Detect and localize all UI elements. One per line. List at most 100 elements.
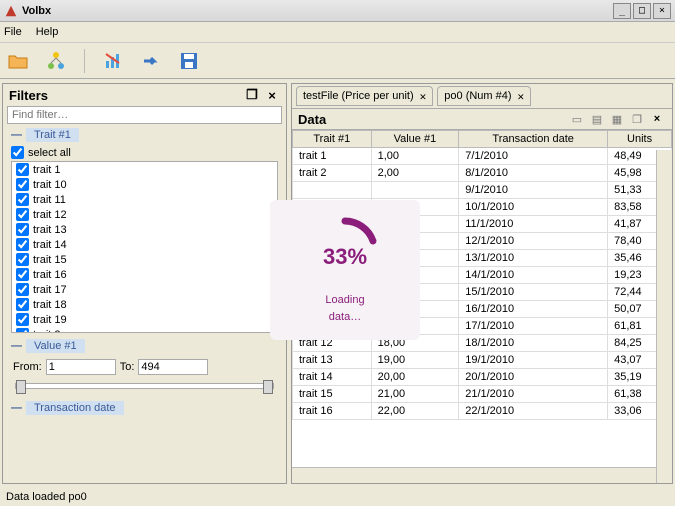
trait-checkbox[interactable] <box>16 313 29 326</box>
list-item[interactable]: trait 16 <box>12 267 277 282</box>
table-cell: 10/1/2010 <box>459 199 608 216</box>
list-item[interactable]: trait 10 <box>12 177 277 192</box>
to-input[interactable] <box>138 359 208 375</box>
trait-label: trait 1 <box>33 164 61 176</box>
table-cell: 1,00 <box>371 148 459 165</box>
table-cell: 7/1/2010 <box>459 148 608 165</box>
list-item[interactable]: trait 2 <box>12 327 277 333</box>
minimize-button[interactable]: _ <box>613 3 631 19</box>
value-inputs: From: To: <box>7 355 282 379</box>
table-cell: trait 16 <box>293 403 372 420</box>
trait-checkbox[interactable] <box>16 238 29 251</box>
filters-title: Filters <box>9 88 240 103</box>
trait-checkbox[interactable] <box>16 283 29 296</box>
list-item[interactable]: trait 11 <box>12 192 277 207</box>
list-item[interactable]: trait 15 <box>12 252 277 267</box>
table-cell: 21/1/2010 <box>459 386 608 403</box>
window-title: Volbx <box>22 5 611 17</box>
list-item[interactable]: trait 13 <box>12 222 277 237</box>
table-cell: 8/1/2010 <box>459 165 608 182</box>
trait-checklist[interactable]: trait 1 trait 10 trait 11 trait 12trait 13 t… <box>11 161 278 333</box>
chart-icon[interactable] <box>101 49 125 73</box>
menu-help[interactable]: Help <box>36 26 59 38</box>
list-item[interactable]: trait 19 <box>12 312 277 327</box>
view-mode-1-icon[interactable]: ▭ <box>568 111 586 127</box>
tab-label: testFile (Price per unit) <box>303 90 414 102</box>
from-input[interactable] <box>46 359 116 375</box>
trait-label: trait 11 <box>33 194 66 206</box>
trait-section[interactable]: — Trait #1 <box>7 126 282 144</box>
table-row[interactable]: trait 1622,0022/1/201033,06 <box>293 403 672 420</box>
open-folder-icon[interactable] <box>6 49 30 73</box>
select-all-row[interactable]: select all <box>7 144 282 161</box>
tab-close-icon[interactable]: ✕ <box>518 90 525 103</box>
table-row[interactable]: trait 11,007/1/201048,49 <box>293 148 672 165</box>
trait-label: trait 14 <box>33 239 67 251</box>
column-header[interactable]: Transaction date <box>459 131 608 148</box>
slider-thumb-min[interactable] <box>16 380 26 394</box>
horizontal-scrollbar[interactable] <box>292 467 656 483</box>
filters-restore-icon[interactable]: ❐ <box>244 87 260 103</box>
trait-label: trait 16 <box>33 269 67 281</box>
slider-thumb-max[interactable] <box>263 380 273 394</box>
column-header[interactable]: Value #1 <box>371 131 459 148</box>
range-slider[interactable] <box>15 383 274 389</box>
select-all-checkbox[interactable] <box>11 146 24 159</box>
data-close-icon[interactable]: × <box>648 111 666 127</box>
find-filter-input[interactable] <box>7 106 282 124</box>
trait-checkbox[interactable] <box>16 298 29 311</box>
close-button[interactable]: × <box>653 3 671 19</box>
trait-checkbox[interactable] <box>16 208 29 221</box>
trait-checkbox[interactable] <box>16 223 29 236</box>
maximize-button[interactable]: □ <box>633 3 651 19</box>
save-icon[interactable] <box>177 49 201 73</box>
progress-percent: 33% <box>323 244 367 270</box>
table-row[interactable]: trait 1420,0020/1/201035,19 <box>293 369 672 386</box>
table-row[interactable]: trait 1319,0019/1/201043,07 <box>293 352 672 369</box>
list-item[interactable]: trait 17 <box>12 282 277 297</box>
menubar: File Help <box>0 22 675 42</box>
table-cell: 18/1/2010 <box>459 335 608 352</box>
view-mode-3-icon[interactable]: ▦ <box>608 111 626 127</box>
trait-label: trait 10 <box>33 179 67 191</box>
view-mode-2-icon[interactable]: ▤ <box>588 111 606 127</box>
toolbar <box>0 42 675 78</box>
trait-checkbox[interactable] <box>16 163 29 176</box>
toolbar-separator <box>84 49 85 73</box>
tab-close-icon[interactable]: ✕ <box>420 90 427 103</box>
trait-checkbox[interactable] <box>16 268 29 281</box>
filters-close-icon[interactable]: × <box>264 87 280 103</box>
trait-label: trait 15 <box>33 254 67 266</box>
hierarchy-icon[interactable] <box>44 49 68 73</box>
trait-checkbox[interactable] <box>16 178 29 191</box>
trait-section-label: Trait #1 <box>26 128 79 142</box>
list-item[interactable]: trait 14 <box>12 237 277 252</box>
list-item[interactable]: trait 18 <box>12 297 277 312</box>
collapse-icon: — <box>11 129 22 141</box>
value-section[interactable]: — Value #1 <box>7 337 282 355</box>
vertical-scrollbar[interactable] <box>656 150 672 483</box>
table-row[interactable]: trait 1521,0021/1/201061,38 <box>293 386 672 403</box>
tab-po0[interactable]: po0 (Num #4) ✕ <box>437 86 531 106</box>
menu-file[interactable]: File <box>4 26 22 38</box>
trait-checkbox[interactable] <box>16 328 29 333</box>
table-row[interactable]: 9/1/201051,33 <box>293 182 672 199</box>
table-row[interactable]: trait 22,008/1/201045,98 <box>293 165 672 182</box>
list-item[interactable]: trait 12 <box>12 207 277 222</box>
statusbar: Data loaded po0 <box>0 488 675 506</box>
column-header[interactable]: Trait #1 <box>293 131 372 148</box>
export-arrow-icon[interactable] <box>139 49 163 73</box>
data-tabs: testFile (Price per unit) ✕ po0 (Num #4)… <box>292 84 672 108</box>
trait-checkbox[interactable] <box>16 193 29 206</box>
table-cell: trait 1 <box>293 148 372 165</box>
tab-testfile[interactable]: testFile (Price per unit) ✕ <box>296 86 433 106</box>
table-cell <box>371 182 459 199</box>
loading-message: Loading data… <box>325 290 364 324</box>
column-header[interactable]: Units <box>608 131 672 148</box>
table-cell: 19,00 <box>371 352 459 369</box>
list-item[interactable]: trait 1 <box>12 162 277 177</box>
trait-checkbox[interactable] <box>16 253 29 266</box>
data-restore-icon[interactable]: ❐ <box>628 111 646 127</box>
trait-label: trait 12 <box>33 209 67 221</box>
txn-section[interactable]: — Transaction date <box>7 399 282 417</box>
